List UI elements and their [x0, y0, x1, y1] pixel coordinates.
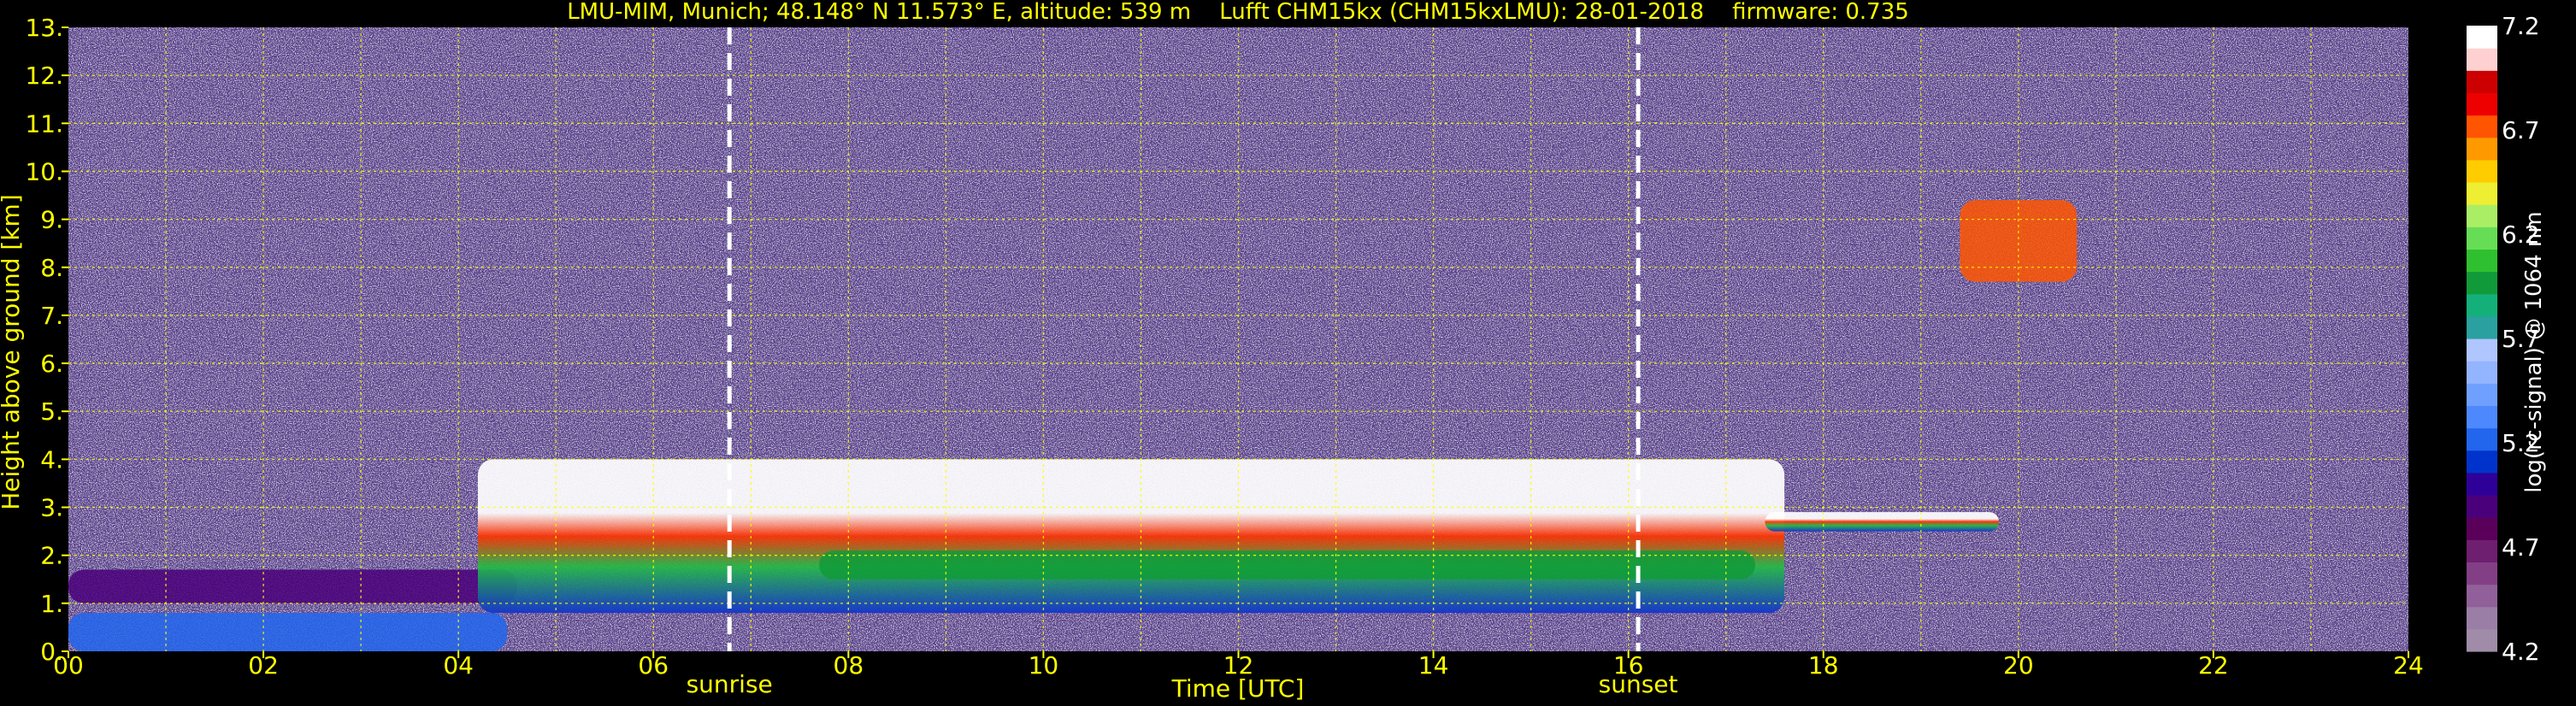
colorbar-segment [2467, 405, 2497, 429]
colorbar-segment [2467, 628, 2497, 652]
colorbar-segment [2467, 70, 2497, 94]
x-tick-label: 20 [2003, 651, 2034, 680]
signal-layer-0 [68, 613, 508, 651]
colorbar-segment [2467, 204, 2497, 227]
y-tick-label: 12. [25, 62, 63, 90]
y-tick-label: 7. [40, 302, 63, 330]
x-axis-label: Time [UTC] [1171, 674, 1305, 703]
sunrise-label: sunrise [687, 670, 773, 698]
colorbar-segment [2467, 338, 2497, 362]
colorbar-segment [2467, 182, 2497, 205]
colorbar-tick-label: 4.7 [2502, 533, 2540, 562]
signal-layer-1 [68, 569, 517, 603]
colorbar-segment [2467, 271, 2497, 295]
colorbar-segment [2467, 472, 2497, 496]
x-tick-label: 22 [2198, 651, 2229, 680]
colorbar-segment [2467, 92, 2497, 116]
x-tick-label: 08 [834, 651, 864, 680]
y-tick-label: 9. [40, 206, 63, 234]
colorbar-segment [2467, 450, 2497, 474]
signal-layer-5 [1960, 200, 2078, 282]
colorbar-segment [2467, 517, 2497, 540]
colorbar-segment [2467, 137, 2497, 161]
y-tick-label: 5. [40, 397, 63, 426]
colorbar-tick-label: 4.2 [2502, 638, 2540, 666]
colorbar-segment [2467, 293, 2497, 317]
colorbar [2467, 26, 2497, 652]
chart-svg: LMU-MIM, Munich; 48.148° N 11.573° E, al… [0, 0, 2547, 703]
y-tick-label: 8. [40, 254, 63, 282]
y-tick-label: 1. [40, 590, 63, 618]
y-tick-label: 6. [40, 350, 63, 378]
x-tick-label: 14 [1418, 651, 1449, 680]
x-tick-label: 24 [2393, 651, 2424, 680]
colorbar-segment [2467, 495, 2497, 518]
ceilometer-plot: LMU-MIM, Munich; 48.148° N 11.573° E, al… [0, 0, 2576, 706]
colorbar-segment [2467, 249, 2497, 273]
colorbar-segment [2467, 539, 2497, 563]
colorbar-segment [2467, 115, 2497, 138]
y-tick-label: 2. [40, 542, 63, 570]
x-tick-label: 04 [443, 651, 474, 680]
colorbar-segment [2467, 427, 2497, 451]
chart-title: LMU-MIM, Munich; 48.148° N 11.573° E, al… [567, 0, 1909, 25]
signal-layer-2 [477, 459, 1785, 614]
plot-area [68, 27, 2408, 651]
colorbar-segment [2467, 159, 2497, 183]
y-tick-label: 3. [40, 494, 63, 522]
x-tick-label: 02 [248, 651, 279, 680]
colorbar-segment [2467, 315, 2497, 339]
colorbar-segment [2467, 227, 2497, 250]
y-tick-label: 13. [25, 14, 63, 42]
x-tick-label: 06 [638, 651, 669, 680]
colorbar-segment [2467, 584, 2497, 608]
y-axis-ticks: 0. 1. 2. 3. 4. 5. 6. 7. 8. 9. 10. 11. 12. 13. [25, 14, 68, 666]
colorbar-segment [2467, 48, 2497, 71]
colorbar-tick-label: 6.7 [2502, 116, 2540, 144]
y-axis-label: Height above ground [km] [0, 194, 25, 510]
sunset-label: sunset [1599, 670, 1678, 698]
y-tick-label: 0. [40, 638, 63, 666]
x-tick-label: 10 [1029, 651, 1059, 680]
y-tick-label: 4. [40, 445, 63, 474]
colorbar-segment [2467, 26, 2497, 49]
colorbar-segment [2467, 361, 2497, 384]
y-tick-label: 11. [25, 109, 63, 138]
colorbar-segment [2467, 606, 2497, 630]
colorbar-segment [2467, 562, 2497, 585]
y-tick-label: 10. [25, 157, 63, 185]
colorbar-tick-label: 7.2 [2502, 12, 2540, 40]
signal-layer-4 [1765, 512, 2000, 532]
x-tick-label: 18 [1808, 651, 1839, 680]
colorbar-label: log(rc-signal) @ 1064 nm [2521, 211, 2547, 492]
colorbar-segment [2467, 383, 2497, 407]
